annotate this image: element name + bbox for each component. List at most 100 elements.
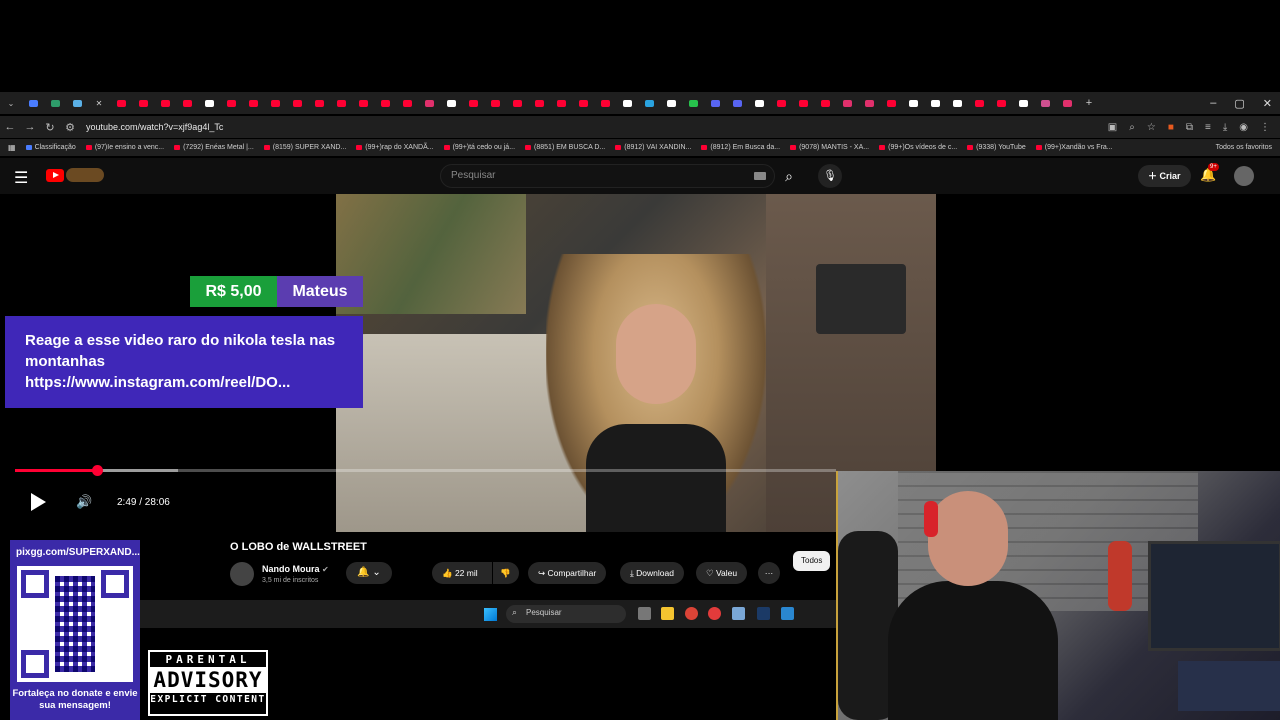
bookmark-item[interactable]: (97)Ie ensino a venc... <box>85 144 164 151</box>
browser-tab[interactable] <box>242 94 264 112</box>
browser-tab[interactable] <box>462 94 484 112</box>
subscription-bell-button[interactable]: 🔔 ⌄ <box>346 562 392 584</box>
browser-tab[interactable] <box>440 94 462 112</box>
site-info-icon[interactable]: ⚙ <box>60 121 80 134</box>
browser-tab[interactable] <box>836 94 858 112</box>
reload-icon[interactable]: ↻ <box>40 121 60 134</box>
browser-tab[interactable] <box>924 94 946 112</box>
browser-tab[interactable] <box>220 94 242 112</box>
download-button[interactable]: ⤓ Download <box>620 562 684 584</box>
new-tab-button[interactable]: + <box>1078 94 1100 112</box>
browser-tab[interactable] <box>968 94 990 112</box>
progress-bar[interactable] <box>15 465 836 476</box>
tab-list-button[interactable]: ⌄ <box>0 94 22 112</box>
bookmark-item[interactable]: (8159) SUPER XAND... <box>263 144 346 151</box>
browser-tab[interactable] <box>110 94 132 112</box>
browser-tab[interactable] <box>22 94 44 112</box>
dislike-button[interactable]: 👎 <box>493 562 519 584</box>
bookmark-item[interactable]: (99+)tá cedo ou já... <box>443 144 515 151</box>
bookmark-item[interactable]: (99+)Xandão vs Fra... <box>1035 144 1113 151</box>
settings-icon[interactable] <box>732 607 745 620</box>
play-button[interactable] <box>29 493 47 511</box>
browser-tab[interactable] <box>66 94 88 112</box>
progress-scrubber[interactable] <box>92 465 104 476</box>
user-avatar[interactable] <box>1234 166 1254 186</box>
kebab-menu-icon[interactable]: ⋮ <box>1260 122 1270 133</box>
app-icon-blue[interactable] <box>781 607 794 620</box>
browser-tab[interactable] <box>704 94 726 112</box>
bookmark-item[interactable]: (9078) MANTIS - XA... <box>790 144 869 151</box>
browser-tab[interactable] <box>198 94 220 112</box>
bookmark-item[interactable]: Classificação <box>25 144 76 151</box>
browser-tab[interactable] <box>792 94 814 112</box>
browser-tab[interactable] <box>44 94 66 112</box>
bookmark-item[interactable]: (8851) EM BUSCA D... <box>525 144 605 151</box>
profile-icon[interactable]: ◉ <box>1239 122 1248 133</box>
zoom-icon[interactable]: ⌕ <box>1129 122 1135 133</box>
browser-tab[interactable] <box>858 94 880 112</box>
extension-icon[interactable]: ■ <box>1168 122 1174 133</box>
browser-tab[interactable] <box>682 94 704 112</box>
browser-tab[interactable] <box>638 94 660 112</box>
bookmark-item[interactable]: (8912) Em Busca da... <box>701 144 780 151</box>
volume-icon[interactable]: 🔊 <box>76 494 92 510</box>
browser-tab[interactable] <box>330 94 352 112</box>
bookmark-item[interactable]: (99+)Os vídeos de c... <box>879 144 957 151</box>
close-icon[interactable]: ✕ <box>1263 97 1272 110</box>
browser-tab[interactable] <box>286 94 308 112</box>
maximize-icon[interactable]: ▢ <box>1234 97 1244 110</box>
back-icon[interactable]: ← <box>0 121 20 133</box>
browser-tab[interactable] <box>176 94 198 112</box>
keyboard-icon[interactable] <box>754 172 766 180</box>
browser-tab[interactable] <box>506 94 528 112</box>
browser-tab[interactable] <box>1012 94 1034 112</box>
browser-tab[interactable] <box>748 94 770 112</box>
more-actions-icon[interactable]: ··· <box>758 562 780 584</box>
steam-icon[interactable] <box>757 607 770 620</box>
browser-tab[interactable] <box>1034 94 1056 112</box>
tab-active[interactable]: ✕ <box>88 94 110 112</box>
browser-tab[interactable] <box>726 94 748 112</box>
download-icon[interactable]: ⤓ <box>1223 122 1227 133</box>
app-icon-red[interactable] <box>708 607 721 620</box>
browser-tab[interactable] <box>616 94 638 112</box>
browser-tab[interactable] <box>418 94 440 112</box>
browser-tab[interactable] <box>154 94 176 112</box>
file-explorer-icon[interactable] <box>661 607 674 620</box>
bookmark-item[interactable]: (99+)rap do XANDÃ... <box>356 144 434 151</box>
filter-chip-all[interactable]: Todos <box>793 551 831 571</box>
microphone-icon[interactable]: 🎙 <box>818 164 842 188</box>
browser-tab[interactable] <box>770 94 792 112</box>
browser-tab[interactable] <box>902 94 924 112</box>
browser-tab[interactable] <box>660 94 682 112</box>
browser-tab[interactable] <box>880 94 902 112</box>
hamburger-menu-icon[interactable]: ☰ <box>14 168 28 188</box>
browser-tab[interactable] <box>990 94 1012 112</box>
search-input[interactable]: Pesquisar <box>440 164 775 188</box>
browser-tab[interactable] <box>572 94 594 112</box>
puzzle-icon[interactable]: ⧉ <box>1186 122 1193 133</box>
star-icon[interactable]: ☆ <box>1147 122 1156 133</box>
all-favorites-link[interactable]: Todos os favoritos <box>1216 144 1280 151</box>
browser-tab[interactable] <box>594 94 616 112</box>
share-button[interactable]: ↪ Compartilhar <box>528 562 607 584</box>
bookmark-item[interactable]: (8912) VAI XANDIN... <box>615 144 691 151</box>
like-button[interactable]: 👍 22 mil <box>432 562 492 584</box>
channel-name[interactable]: Nando Moura <box>262 564 320 574</box>
thanks-button[interactable]: ♡ Valeu <box>696 562 748 584</box>
address-bar[interactable]: youtube.com/watch?v=xjf9ag4l_Tc <box>86 122 223 132</box>
minimize-icon[interactable]: – <box>1210 97 1216 110</box>
channel-name-row[interactable]: Nando Moura ✔ <box>262 564 329 574</box>
browser-tab[interactable] <box>374 94 396 112</box>
create-button[interactable]: ＋ Criar <box>1138 165 1191 187</box>
logo-doodle[interactable] <box>66 168 104 182</box>
bookmark-item[interactable]: (7292) Enéas Metal |... <box>174 144 254 151</box>
browser-tab[interactable] <box>308 94 330 112</box>
youtube-logo[interactable] <box>46 169 64 182</box>
media-icon[interactable]: ≡ <box>1205 122 1211 133</box>
bookmark-item[interactable]: (9338) YouTube <box>967 144 1026 151</box>
taskbar-search[interactable]: ⌕ Pesquisar <box>506 605 626 623</box>
task-view-icon[interactable] <box>638 607 651 620</box>
browser-tab[interactable] <box>352 94 374 112</box>
channel-avatar[interactable] <box>230 562 254 586</box>
